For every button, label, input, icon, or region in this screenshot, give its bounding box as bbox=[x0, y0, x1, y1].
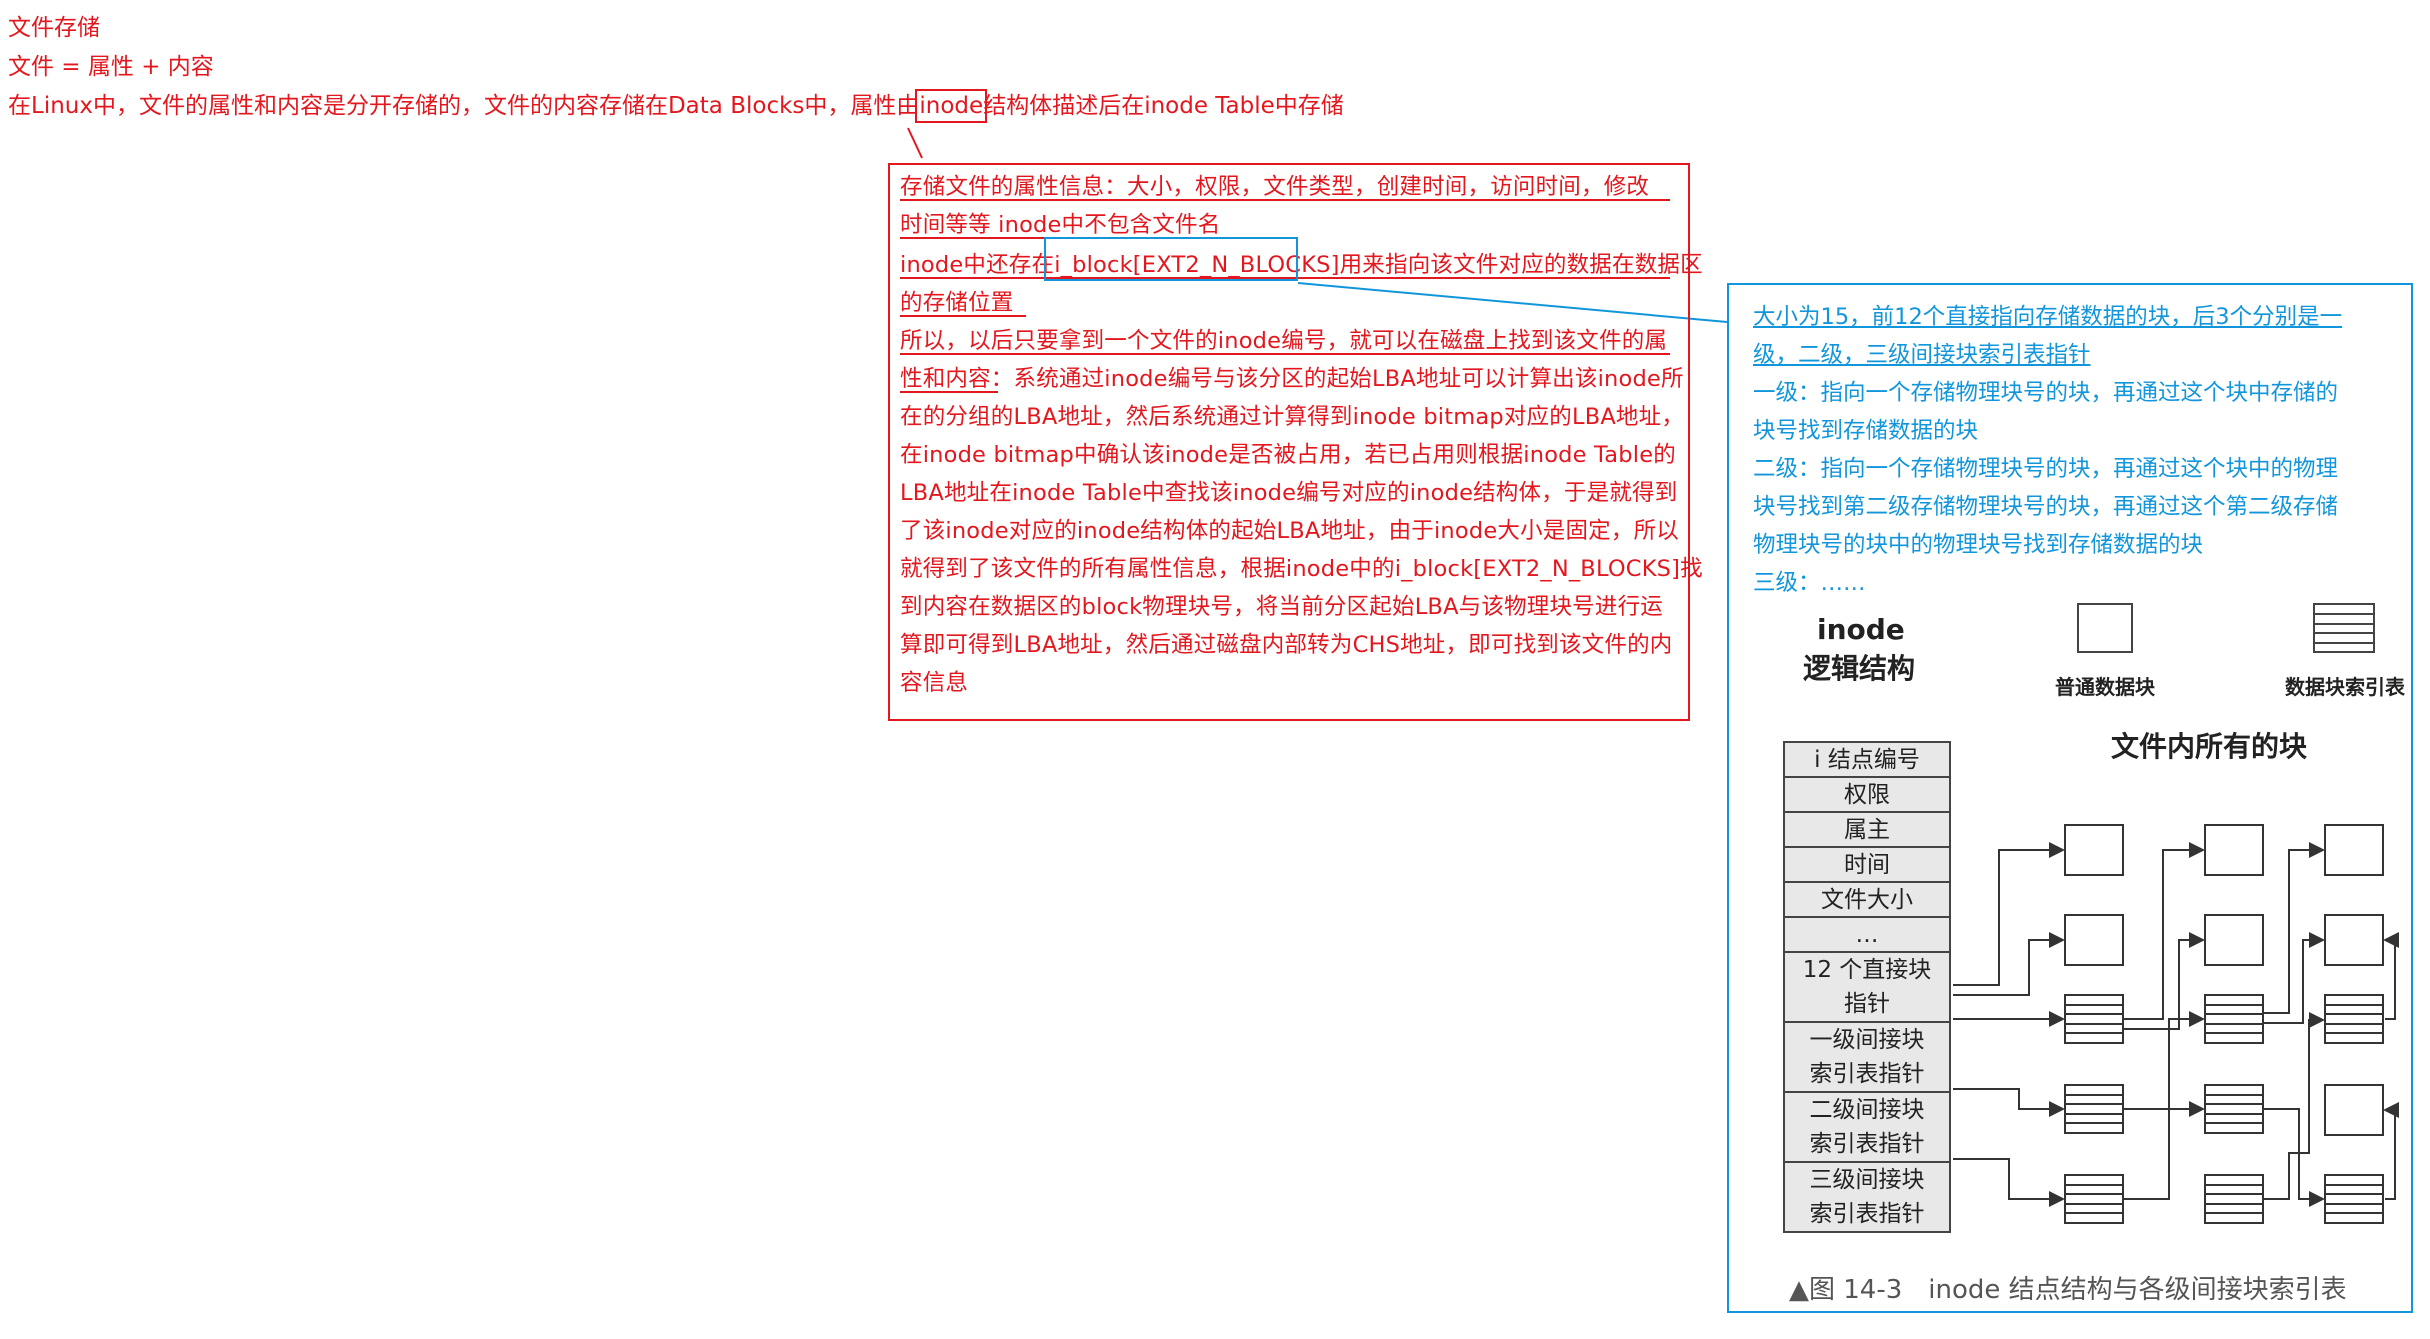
inode-cell-level2-2: 索引表指针 bbox=[1809, 1131, 1925, 1157]
red-note-box: 存储文件的属性信息：大小，权限，文件类型，创建时间，访问时间，修改 时间等等 i… bbox=[888, 163, 1703, 721]
red-line-12: 到内容在数据区的block物理块号，将当前分区起始LBA与该物理块号进行运 bbox=[900, 594, 1663, 620]
inode-cell-size: 文件大小 bbox=[1783, 883, 1951, 918]
inode-cell-level3: 三级间接块 索引表指针 bbox=[1783, 1163, 1951, 1233]
iblock-highlight-box bbox=[1044, 237, 1298, 281]
blue-line-6: 块号找到第二级存储物理块号的块，再通过这个第二级存储 bbox=[1753, 494, 2339, 520]
red-line-9: LBA地址在inode Table中查找该inode编号对应的inode结构体，… bbox=[900, 480, 1678, 506]
underline bbox=[900, 391, 998, 393]
red-line-13: 算即可得到LBA地址，然后通过磁盘内部转为CHS地址，即可找到该文件的内 bbox=[900, 632, 1673, 658]
underline bbox=[900, 353, 1670, 355]
red-line-6: 性和内容：系统通过inode编号与该分区的起始LBA地址可以计算出该inode所 bbox=[900, 366, 1684, 392]
underline bbox=[900, 315, 1026, 317]
inode-cell-level1: 一级间接块 索引表指针 bbox=[1783, 1023, 1951, 1093]
inode-cell-level1-1: 一级间接块 bbox=[1809, 1027, 1925, 1053]
blue-line-1: 大小为15，前12个直接指向存储数据的块，后3个分别是一 bbox=[1753, 304, 2343, 330]
legend-data-label: 普通数据块 bbox=[2055, 675, 2155, 699]
inode-cell-direct-1: 12 个直接块 bbox=[1802, 957, 1932, 983]
figure-caption: ▲图 14-3 inode 结点结构与各级间接块索引表 bbox=[1789, 1275, 2347, 1305]
underline bbox=[900, 199, 1670, 201]
inode-cell-owner: 属主 bbox=[1783, 813, 1951, 848]
inode-cell-time: 时间 bbox=[1783, 848, 1951, 883]
blue-line-2: 级，二级，三级间接块索引表指针 bbox=[1753, 342, 2091, 368]
inode-cell-number: i 结点编号 bbox=[1783, 743, 1951, 778]
inode-cell-level2: 二级间接块 索引表指针 bbox=[1783, 1093, 1951, 1163]
red-line-14: 容信息 bbox=[900, 670, 969, 696]
red-line-5: 所以，以后只要拿到一个文件的inode编号，就可以在磁盘上找到该文件的属 bbox=[900, 328, 1668, 354]
red-line-3: inode中还存在i_block[EXT2_N_BLOCKS]用来指向该文件对应… bbox=[900, 252, 1703, 278]
red-line-10: 了该inode对应的inode结构体的起始LBA地址，由于inode大小是固定，… bbox=[900, 518, 1679, 544]
red-line-2: 时间等等 inode中不包含文件名 bbox=[900, 212, 1221, 238]
inode-cell-level3-2: 索引表指针 bbox=[1809, 1201, 1925, 1227]
blue-line-4: 块号找到存储数据的块 bbox=[1753, 418, 1979, 444]
inode-column: i 结点编号 权限 属主 时间 文件大小 … 12 个直接块 指针 一级间接块 … bbox=[1783, 741, 1951, 1233]
blue-line-5: 二级：指向一个存储物理块号的块，再通过这个块中的物理 bbox=[1753, 456, 2339, 482]
legend-index-icon bbox=[2313, 603, 2375, 653]
inode-cell-ellipsis: … bbox=[1783, 918, 1951, 953]
blue-line-3: 一级：指向一个存储物理块号的块，再通过这个块中存储的 bbox=[1753, 380, 2339, 406]
figure-inode-title: inode bbox=[1817, 613, 1905, 646]
blue-line-8: 三级：…… bbox=[1753, 570, 1866, 596]
inode-cell-level1-2: 索引表指针 bbox=[1809, 1061, 1925, 1087]
red-line-8: 在inode bitmap中确认该inode是否被占用，若已占用则根据inode… bbox=[900, 442, 1676, 468]
blue-note-box: 大小为15，前12个直接指向存储数据的块，后3个分别是一 级，二级，三级间接块索… bbox=[1727, 283, 2413, 1313]
inode-cell-direct-2: 指针 bbox=[1844, 991, 1890, 1017]
red-line-1: 存储文件的属性信息：大小，权限，文件类型，创建时间，访问时间，修改 bbox=[900, 174, 1650, 200]
red-line-4: 的存储位置 bbox=[900, 290, 1014, 316]
inode-cell-level2-1: 二级间接块 bbox=[1809, 1097, 1925, 1123]
red-line-7: 在的分组的LBA地址，然后系统通过计算得到inode bitmap对应的LBA地… bbox=[900, 404, 1685, 430]
legend-index-label: 数据块索引表 bbox=[2285, 675, 2405, 699]
inode-cell-direct: 12 个直接块 指针 bbox=[1783, 953, 1951, 1023]
all-blocks-title: 文件内所有的块 bbox=[2111, 730, 2308, 763]
inode-cell-permission: 权限 bbox=[1783, 778, 1951, 813]
block-diagram bbox=[1953, 824, 2399, 1224]
legend-data-block-icon bbox=[2077, 603, 2133, 653]
inode-cell-level3-1: 三级间接块 bbox=[1809, 1167, 1925, 1193]
inode-figure: inode 逻辑结构 普通数据块 数据块索引表 文件内所有的块 i 结点编号 权… bbox=[1759, 603, 2405, 1305]
blue-line-7: 物理块号的块中的物理块号找到存储数据的块 bbox=[1753, 532, 2204, 558]
figure-inode-subtitle: 逻辑结构 bbox=[1803, 652, 1916, 685]
red-line-11: 就得到了该文件的所有属性信息，根据inode中的i_block[EXT2_N_B… bbox=[900, 556, 1703, 582]
